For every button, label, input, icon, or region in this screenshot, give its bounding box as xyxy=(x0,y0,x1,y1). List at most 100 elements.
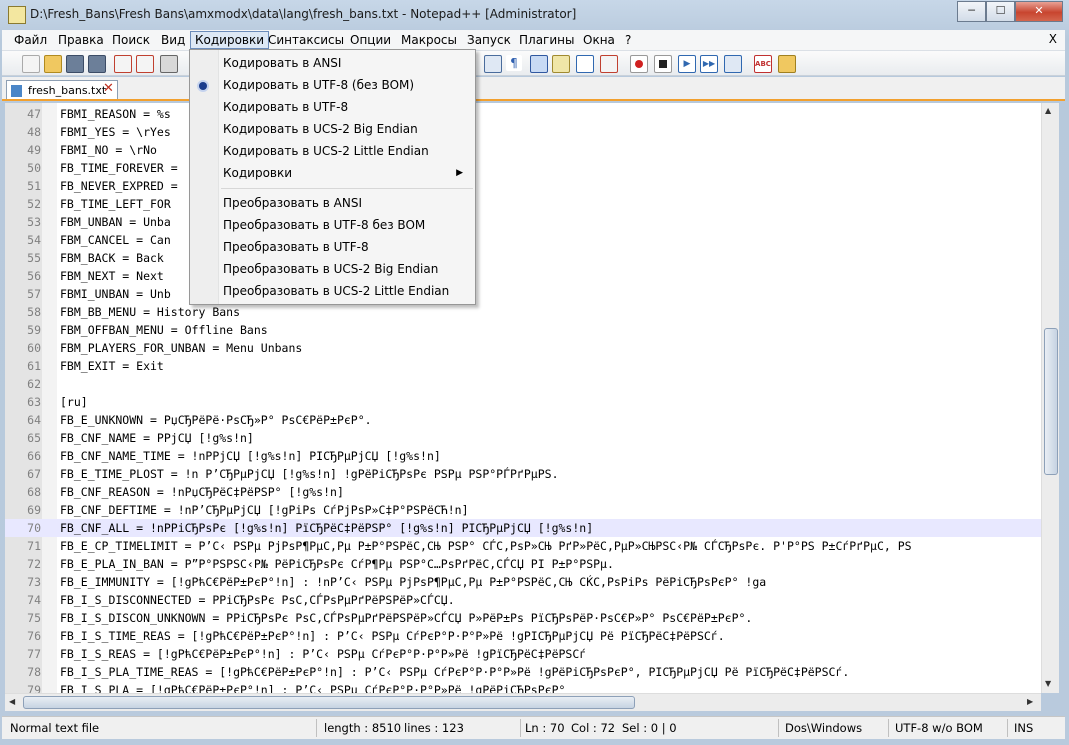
convert-ucs2-le-item[interactable]: Преобразовать в UCS-2 Little Endian xyxy=(223,280,473,302)
line-text[interactable]: FB_TIME_LEFT_FOR xyxy=(60,195,171,213)
vertical-scroll-thumb[interactable] xyxy=(1044,328,1058,475)
code-line[interactable]: 49 FBMI_NO = \rNo xyxy=(5,141,1041,159)
line-text[interactable]: FBM_BB_MENU = History Bans xyxy=(60,303,240,321)
code-line[interactable]: 62 xyxy=(5,375,1041,393)
menu-view[interactable]: Вид xyxy=(157,32,189,48)
menu-help[interactable]: ? xyxy=(621,32,635,48)
line-text[interactable]: FBM_EXIT = Exit xyxy=(60,357,164,375)
line-text[interactable]: FB_CNF_REASON = !nРџСЂРёС‡РёРЅР° [!g%s!n… xyxy=(60,483,344,501)
code-line[interactable]: 50 FB_TIME_FOREVER = xyxy=(5,159,1041,177)
code-line[interactable]: 58 FBM_BB_MENU = History Bans xyxy=(5,303,1041,321)
line-text[interactable]: FB_CNF_NAME = РРјСЏ [!g%s!n] xyxy=(60,429,254,447)
code-line[interactable]: 66 FB_CNF_NAME_TIME = !nРРјСЏ [!g%s!n] РІ… xyxy=(5,447,1041,465)
line-text[interactable]: FB_CNF_NAME_TIME = !nРРјСЏ [!g%s!n] РІСЂ… xyxy=(60,447,441,465)
code-line[interactable]: 51 FB_NEVER_EXPRED = xyxy=(5,177,1041,195)
menu-options[interactable]: Опции xyxy=(346,32,395,48)
code-line[interactable]: 74 FB_I_S_DISCONNECTED = РРіСЂРѕРє РѕС‚СЃ… xyxy=(5,591,1041,609)
code-line[interactable]: 52 FB_TIME_LEFT_FOR xyxy=(5,195,1041,213)
encode-ansi-item[interactable]: Кодировать в ANSI xyxy=(223,52,473,74)
code-line[interactable]: 59 FBM_OFFBAN_MENU = Offline Bans xyxy=(5,321,1041,339)
menu-macros[interactable]: Макросы xyxy=(397,32,461,48)
code-line[interactable]: 79 FB_I_S_PLA = [!gРћС€РёР±РєР°!n] : Р’С‹… xyxy=(5,681,1041,693)
line-text[interactable]: FBMI_REASON = %s xyxy=(60,105,171,123)
indent-guide-icon[interactable] xyxy=(484,55,502,73)
new-file-icon[interactable] xyxy=(22,55,40,73)
menu-plugins[interactable]: Плагины xyxy=(515,32,578,48)
line-text[interactable]: FB_I_S_PLA = [!gРћС€РёР±РєР°!n] : Р’С‹ Р… xyxy=(60,681,565,693)
notepadpp-app-icon[interactable] xyxy=(8,6,26,24)
code-line[interactable]: 65 FB_CNF_NAME = РРјСЏ [!g%s!n] xyxy=(5,429,1041,447)
code-line[interactable]: 57 FBMI_UNBAN = Unb xyxy=(5,285,1041,303)
save-icon[interactable] xyxy=(66,55,84,73)
extra-icon[interactable] xyxy=(778,55,796,73)
encode-ucs2-be-item[interactable]: Кодировать в UCS-2 Big Endian xyxy=(223,118,473,140)
convert-ucs2-be-item[interactable]: Преобразовать в UCS-2 Big Endian xyxy=(223,258,473,280)
convert-utf8-item[interactable]: Преобразовать в UTF-8 xyxy=(223,236,473,258)
code-line[interactable]: 76 FB_I_S_TIME_REAS = [!gРћС€РёР±РєР°!n] … xyxy=(5,627,1041,645)
code-line[interactable]: 75 FB_I_S_DISCON_UNKNOWN = РРіСЂРѕРє РѕС‚… xyxy=(5,609,1041,627)
code-line[interactable]: 48 FBMI_YES = \rYes xyxy=(5,123,1041,141)
code-line[interactable]: 53 FBM_UNBAN = Unba xyxy=(5,213,1041,231)
encode-utf8-no-bom-item[interactable]: Кодировать в UTF-8 (без BOM) xyxy=(223,74,473,96)
scroll-left-icon[interactable]: ◀ xyxy=(9,697,15,706)
line-text[interactable]: FBM_PLAYERS_FOR_UNBAN = Menu Unbans xyxy=(60,339,302,357)
save-macro-icon[interactable] xyxy=(724,55,742,73)
play-macro-icon[interactable]: ▶ xyxy=(678,55,696,73)
line-text[interactable]: FBM_UNBAN = Unba xyxy=(60,213,171,231)
line-text[interactable]: FBMI_UNBAN = Unb xyxy=(60,285,171,303)
line-text[interactable]: FB_I_S_DISCON_UNKNOWN = РРіСЂРѕРє РѕС‚СЃ… xyxy=(60,609,752,627)
line-text[interactable]: FBM_CANCEL = Can xyxy=(60,231,171,249)
line-text[interactable]: FB_I_S_REAS = [!gРћС€РёР±РєР°!n] : Р’С‹ … xyxy=(60,645,586,663)
menu-search[interactable]: Поиск xyxy=(108,32,154,48)
close-icon[interactable] xyxy=(114,55,132,73)
line-text[interactable]: FB_E_UNKNOWN = РџСЂРёРё·РѕСЂ»Р° РѕС€РёР±… xyxy=(60,411,372,429)
charsets-submenu-item[interactable]: Кодировки ▶ xyxy=(223,162,473,184)
menu-file[interactable]: Файл xyxy=(10,32,51,48)
title-bar[interactable]: D:\Fresh_Bans\Fresh Bans\amxmodx\data\la… xyxy=(0,0,1069,30)
menu-run[interactable]: Запуск xyxy=(463,32,515,48)
record-macro-icon[interactable] xyxy=(630,55,648,73)
code-line[interactable]: 72 FB_E_PLA_IN_BAN = Р”Р°РЅРЅС‹Р№ РёРіСЂР… xyxy=(5,555,1041,573)
run-macro-multiple-icon[interactable]: ▶▶ xyxy=(700,55,718,73)
encode-ucs2-le-item[interactable]: Кодировать в UCS-2 Little Endian xyxy=(223,140,473,162)
close-all-icon[interactable] xyxy=(136,55,154,73)
line-text[interactable]: FB_E_PLA_IN_BAN = Р”Р°РЅРЅС‹Р№ РёРіСЂРѕР… xyxy=(60,555,614,573)
code-line[interactable]: 77 FB_I_S_REAS = [!gРћС€РёР±РєР°!n] : Р’С… xyxy=(5,645,1041,663)
code-line[interactable]: 73 FB_E_IMMUNITY = [!gРћС€РёР±РєР°!n] : !… xyxy=(5,573,1041,591)
line-text[interactable]: FB_TIME_FOREVER = xyxy=(60,159,178,177)
vertical-scrollbar[interactable]: ▲ ▼ xyxy=(1041,103,1059,693)
line-text[interactable]: FBMI_NO = \rNo xyxy=(60,141,157,159)
code-line[interactable]: 69 FB_CNF_DEFTIME = !nР’СЂРµРјСЏ [!gРіРѕ … xyxy=(5,501,1041,519)
line-text[interactable]: FB_NEVER_EXPRED = xyxy=(60,177,178,195)
doc-map-icon[interactable] xyxy=(552,55,570,73)
line-text[interactable]: FB_CNF_ALL = !nРРіСЂРѕРє [!g%s!n] РїСЂРё… xyxy=(60,519,593,537)
word-wrap-icon[interactable] xyxy=(530,55,548,73)
print-icon[interactable] xyxy=(160,55,178,73)
show-all-chars-icon[interactable]: ¶ xyxy=(506,55,522,71)
folder-workspace-icon[interactable] xyxy=(600,55,618,73)
line-text[interactable]: FBM_NEXT = Next xyxy=(60,267,164,285)
line-text[interactable]: FBM_OFFBAN_MENU = Offline Bans xyxy=(60,321,268,339)
scroll-right-icon[interactable]: ▶ xyxy=(1027,697,1033,706)
line-text[interactable]: FB_I_S_PLA_TIME_REAS = [!gРћС€РёР±РєР°!n… xyxy=(60,663,849,681)
line-text[interactable]: FB_I_S_TIME_REAS = [!gРћС€РёР±РєР°!n] : … xyxy=(60,627,725,645)
horizontal-scroll-thumb[interactable] xyxy=(23,696,635,709)
spell-check-icon[interactable]: ABC xyxy=(754,55,772,73)
code-line[interactable]: 67 FB_E_TIME_PLOST = !n Р’СЂРµРјСЏ [!g%s!… xyxy=(5,465,1041,483)
menu-edit[interactable]: Правка xyxy=(54,32,108,48)
text-editor[interactable]: 47 FBMI_REASON = %s 48 FBMI_YES = \rYes 49 FB… xyxy=(5,103,1041,693)
scroll-down-icon[interactable]: ▼ xyxy=(1045,679,1051,688)
line-text[interactable]: FB_E_CP_TIMELIMIT = Р’С‹ РЅРµ РјРѕР¶РµС‚… xyxy=(60,537,912,555)
close-document-x[interactable]: X xyxy=(1049,32,1057,46)
code-line[interactable]: 54 FBM_CANCEL = Can xyxy=(5,231,1041,249)
line-text[interactable]: FBMI_YES = \rYes xyxy=(60,123,171,141)
code-line[interactable]: 71 FB_E_CP_TIMELIMIT = Р’С‹ РЅРµ РјРѕР¶Рµ… xyxy=(5,537,1041,555)
tab-fresh-bans[interactable]: fresh_bans.txt ✕ xyxy=(6,80,118,100)
line-text[interactable]: FB_E_IMMUNITY = [!gРћС€РёР±РєР°!n] : !nР… xyxy=(60,573,766,591)
code-line[interactable]: 61 FBM_EXIT = Exit xyxy=(5,357,1041,375)
code-line[interactable]: 78 FB_I_S_PLA_TIME_REAS = [!gРћС€РёР±РєР°… xyxy=(5,663,1041,681)
convert-ansi-item[interactable]: Преобразовать в ANSI xyxy=(223,192,473,214)
code-line[interactable]: 56 FBM_NEXT = Next xyxy=(5,267,1041,285)
code-line[interactable]: 63 [ru] xyxy=(5,393,1041,411)
scroll-up-icon[interactable]: ▲ xyxy=(1045,106,1051,115)
